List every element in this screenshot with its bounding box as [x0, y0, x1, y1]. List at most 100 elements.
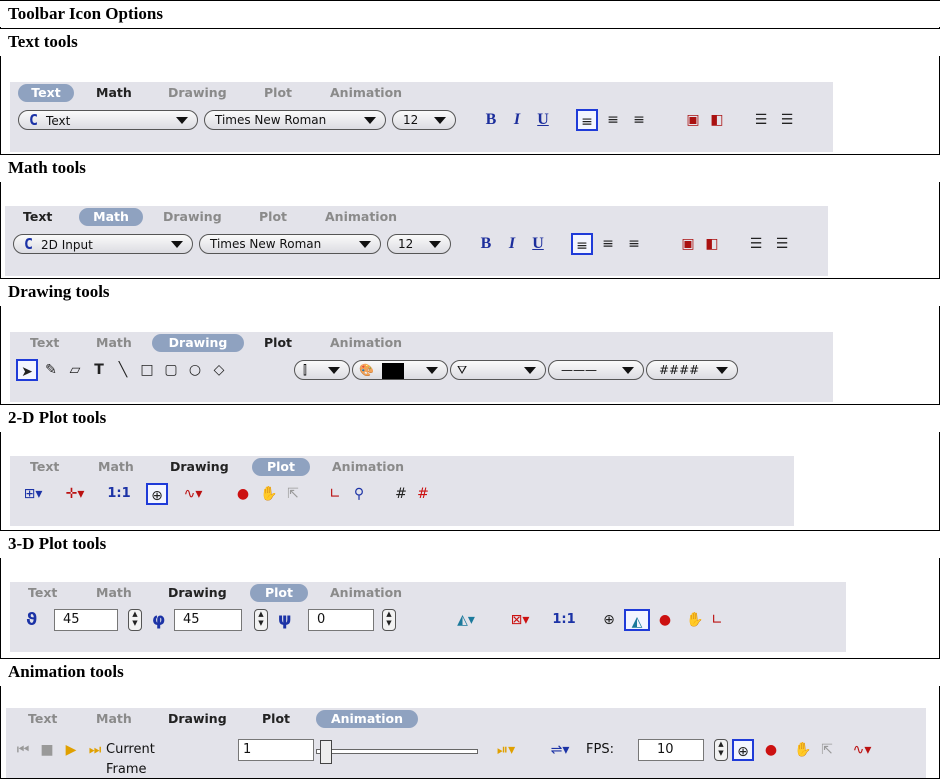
- psi-stepper[interactable]: ▲ ▼: [382, 609, 396, 631]
- rounded-rect-tool[interactable]: ▢: [160, 359, 182, 381]
- curve-dropdown[interactable]: ∿▾: [174, 483, 212, 505]
- tab-math[interactable]: Math: [96, 584, 132, 602]
- circle-tool[interactable]: ○: [184, 359, 206, 381]
- size-dropdown[interactable]: 12: [392, 110, 456, 130]
- underline-button[interactable]: U: [532, 109, 554, 131]
- align-center-button[interactable]: ≡: [597, 233, 619, 255]
- rotate-button[interactable]: ●: [654, 609, 676, 631]
- align-right-button[interactable]: ≡: [623, 233, 645, 255]
- bold-button[interactable]: B: [475, 233, 497, 255]
- diamond-tool[interactable]: ◇: [208, 359, 230, 381]
- slider-thumb[interactable]: [320, 740, 332, 764]
- fill-pattern-dropdown[interactable]: ####: [646, 360, 738, 380]
- select-button[interactable]: ⇱: [816, 739, 838, 761]
- frame-slider[interactable]: [316, 740, 480, 764]
- point-probe-button[interactable]: ⊕: [598, 609, 620, 631]
- tab-animation[interactable]: Animation: [330, 584, 402, 602]
- rectangle-tool[interactable]: □: [136, 359, 158, 381]
- stop-button[interactable]: ■: [36, 739, 58, 761]
- rotate-3d-button[interactable]: ◭: [624, 609, 650, 631]
- align-left-button[interactable]: ≡: [576, 109, 598, 131]
- tab-math[interactable]: Math: [98, 458, 134, 476]
- direction-dropdown[interactable]: ⇌▾: [540, 739, 580, 761]
- underline-button[interactable]: U: [527, 233, 549, 255]
- scale-axes-button[interactable]: ∟: [706, 609, 728, 631]
- bullet-list-button[interactable]: ☰: [750, 109, 772, 131]
- phi-stepper[interactable]: ▲ ▼: [254, 609, 268, 631]
- align-left-button[interactable]: ≡: [571, 233, 593, 255]
- plot-grid-dropdown[interactable]: ⊞▾: [16, 483, 50, 505]
- italic-button[interactable]: I: [506, 109, 528, 131]
- fill-color-dropdown[interactable]: ⛛: [450, 360, 546, 380]
- tab-drawing[interactable]: Drawing: [163, 208, 222, 226]
- fps-stepper[interactable]: ▲ ▼: [714, 739, 728, 761]
- next-frame-button[interactable]: ⏭: [84, 739, 106, 761]
- tab-plot[interactable]: Plot: [262, 710, 290, 728]
- italic-button[interactable]: I: [501, 233, 523, 255]
- tab-math[interactable]: Math: [96, 84, 132, 102]
- gridlines-button[interactable]: #: [390, 483, 412, 505]
- numbered-list-button[interactable]: ☰: [771, 233, 793, 255]
- align-right-button[interactable]: ≡: [628, 109, 650, 131]
- curve-dropdown[interactable]: ∿▾: [842, 739, 882, 761]
- size-dropdown[interactable]: 12: [387, 234, 451, 254]
- point-probe-button[interactable]: ⊕: [732, 739, 754, 761]
- tab-text[interactable]: Text: [28, 584, 57, 602]
- rotate-button[interactable]: ●: [232, 483, 254, 505]
- align-center-button[interactable]: ≡: [602, 109, 624, 131]
- scale-button[interactable]: 1:1: [104, 483, 134, 505]
- scale-axes-button[interactable]: ∟: [324, 483, 346, 505]
- highlight-button[interactable]: ◧: [701, 233, 723, 255]
- zoom-button[interactable]: ⚲: [348, 483, 370, 505]
- pencil-tool[interactable]: ✎: [40, 359, 62, 381]
- tab-text[interactable]: Text: [23, 208, 52, 226]
- phi-input[interactable]: 45: [174, 609, 242, 631]
- psi-input[interactable]: 0: [308, 609, 374, 631]
- tab-drawing[interactable]: Drawing: [168, 84, 227, 102]
- tab-plot[interactable]: Plot: [250, 584, 308, 602]
- play-button[interactable]: ▶: [60, 739, 82, 761]
- align-shapes-dropdown[interactable]: ⫿: [294, 360, 350, 380]
- theta-stepper[interactable]: ▲ ▼: [128, 609, 142, 631]
- current-frame-input[interactable]: 1: [238, 739, 314, 761]
- text-color-button[interactable]: ▣: [677, 233, 699, 255]
- tab-animation[interactable]: Animation: [332, 458, 404, 476]
- pointer-tool[interactable]: ➤: [16, 359, 38, 381]
- tab-animation[interactable]: Animation: [330, 84, 402, 102]
- pan-button[interactable]: ✋: [792, 739, 814, 761]
- tab-plot[interactable]: Plot: [259, 208, 287, 226]
- tab-math[interactable]: Math: [96, 334, 132, 352]
- rotate-button[interactable]: ●: [760, 739, 782, 761]
- axes-dropdown[interactable]: ✛▾: [58, 483, 92, 505]
- point-probe-button[interactable]: ⊕: [146, 483, 168, 505]
- tab-drawing[interactable]: Drawing: [168, 584, 227, 602]
- font-dropdown[interactable]: Times New Roman: [204, 110, 386, 130]
- tab-text[interactable]: Text: [30, 458, 59, 476]
- tab-math[interactable]: Math: [96, 710, 132, 728]
- surface-style-dropdown[interactable]: ◭▾: [448, 609, 484, 631]
- tab-text[interactable]: Text: [18, 84, 74, 102]
- font-dropdown[interactable]: Times New Roman: [199, 234, 381, 254]
- select-button[interactable]: ⇱: [282, 483, 304, 505]
- highlight-button[interactable]: ◧: [706, 109, 728, 131]
- pan-button[interactable]: ✋: [684, 609, 706, 631]
- text-color-button[interactable]: ▣: [682, 109, 704, 131]
- eraser-tool[interactable]: ▱: [64, 359, 86, 381]
- tab-drawing[interactable]: Drawing: [168, 710, 227, 728]
- tab-plot[interactable]: Plot: [264, 334, 292, 352]
- theta-input[interactable]: 45: [54, 609, 118, 631]
- gridlines-red-button[interactable]: #: [412, 483, 434, 505]
- tab-animation[interactable]: Animation: [316, 710, 418, 728]
- fps-input[interactable]: 10: [638, 739, 704, 761]
- tab-plot[interactable]: Plot: [264, 84, 292, 102]
- mode-dropdown[interactable]: C 2D Input: [13, 234, 193, 254]
- playback-mode-dropdown[interactable]: ⏯▾: [488, 739, 524, 761]
- tab-text[interactable]: Text: [30, 334, 59, 352]
- bold-button[interactable]: B: [480, 109, 502, 131]
- tab-animation[interactable]: Animation: [325, 208, 397, 226]
- pan-button[interactable]: ✋: [258, 483, 280, 505]
- scale-button[interactable]: 1:1: [550, 609, 578, 631]
- bullet-list-button[interactable]: ☰: [745, 233, 767, 255]
- numbered-list-button[interactable]: ☰: [776, 109, 798, 131]
- tab-drawing[interactable]: Drawing: [152, 334, 244, 352]
